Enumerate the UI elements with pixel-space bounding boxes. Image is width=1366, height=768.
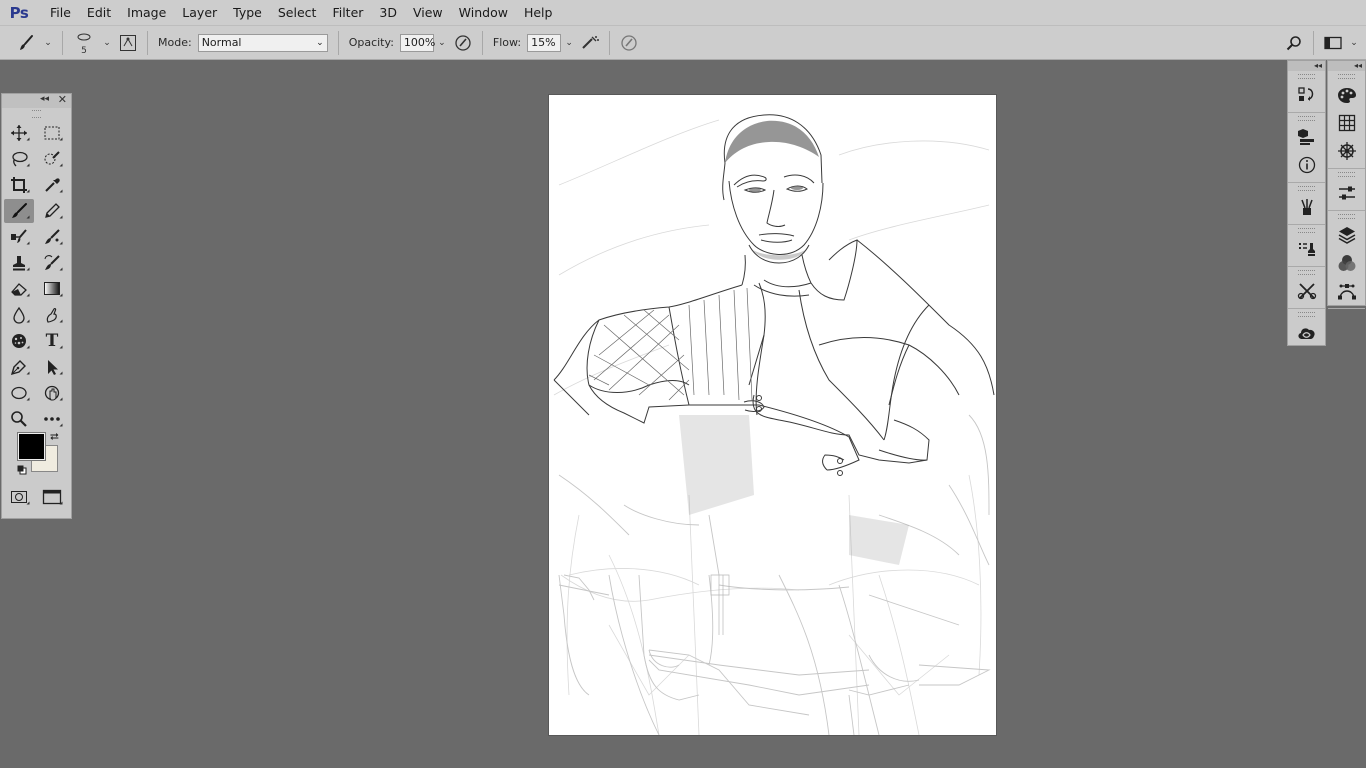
opacity-input[interactable]: 100% (399, 33, 435, 52)
menu-type[interactable]: Type (225, 0, 270, 25)
menu-view[interactable]: View (405, 0, 451, 25)
gradient-tool-icon[interactable] (37, 277, 67, 301)
eraser-tool-icon[interactable] (4, 277, 34, 301)
tools-panel: ◂◂ ✕ T ⮂ (1, 93, 72, 519)
more-tools-icon[interactable] (37, 407, 67, 431)
workspace-dropdown-icon[interactable]: ⌄ (1346, 34, 1362, 52)
airbrush-icon[interactable] (577, 30, 603, 56)
sketch-artwork (553, 114, 995, 735)
chevron-down-icon: ⌄ (316, 37, 324, 48)
menu-layer[interactable]: Layer (174, 0, 225, 25)
channels-panel-icon[interactable] (1328, 249, 1365, 277)
collapse-dock-icon[interactable]: ◂◂ (1328, 61, 1365, 71)
menu-bar: Ps File Edit Image Layer Type Select Fil… (0, 0, 1366, 25)
app-logo: Ps (9, 3, 29, 22)
pressure-size-icon[interactable] (616, 30, 642, 56)
panel-dock-1: ◂◂ (1287, 60, 1326, 346)
brush-size-value: 5 (81, 45, 87, 56)
mixer-brush-tool-icon[interactable] (37, 225, 67, 249)
swap-colors-icon[interactable]: ⮂ (50, 430, 59, 444)
flow-dropdown-icon[interactable]: ⌄ (561, 34, 577, 52)
info-panel-icon[interactable] (1288, 151, 1325, 179)
rotate-view-tool-icon[interactable] (37, 381, 67, 405)
menu-edit[interactable]: Edit (79, 0, 119, 25)
zoom-tool-icon[interactable] (4, 407, 34, 431)
creative-cloud-libraries-icon[interactable] (1288, 319, 1325, 347)
stamp-tool-icon[interactable] (4, 251, 34, 275)
menu-select[interactable]: Select (270, 0, 325, 25)
type-tool-icon[interactable]: T (37, 329, 67, 353)
document-canvas[interactable] (549, 95, 996, 735)
collapse-panel-icon[interactable]: ◂◂ (40, 94, 49, 104)
history-brush-tool-icon[interactable] (37, 251, 67, 275)
default-colors-icon[interactable] (17, 465, 27, 475)
brush-preset-dropdown-icon[interactable]: ⌄ (99, 34, 115, 52)
paths-panel-icon[interactable] (1328, 277, 1365, 305)
brush-tool-icon[interactable] (4, 199, 34, 223)
clone-source-tool-icon[interactable] (4, 225, 34, 249)
menu-filter[interactable]: Filter (324, 0, 371, 25)
tool-preset-brush-icon[interactable] (14, 30, 40, 56)
options-bar: ⌄ 5 ⌄ Mode: Normal ⌄ Opacity: 100% ⌄ Flo… (0, 25, 1366, 60)
pressure-opacity-icon[interactable] (450, 30, 476, 56)
close-icon[interactable]: ✕ (58, 93, 67, 106)
navigator-panel-icon[interactable] (1328, 137, 1365, 165)
sponge-tool-icon[interactable] (4, 329, 34, 353)
brush-preset-picker[interactable]: 5 (69, 30, 99, 56)
marquee-tool-icon[interactable] (37, 121, 67, 145)
opacity-dropdown-icon[interactable]: ⌄ (434, 34, 450, 52)
ellipse-tool-icon[interactable] (4, 381, 34, 405)
lasso-tool-icon[interactable] (4, 147, 34, 171)
menu-3d[interactable]: 3D (371, 0, 405, 25)
adjustments-panel-icon[interactable] (1328, 179, 1365, 207)
mode-select[interactable]: Normal ⌄ (197, 33, 328, 52)
path-selection-tool-icon[interactable] (37, 355, 67, 379)
brush-presets-panel-icon[interactable] (1288, 193, 1325, 221)
collapse-dock-icon[interactable]: ◂◂ (1288, 61, 1325, 71)
panel-dock-2: ◂◂ (1327, 60, 1366, 309)
layers-panel-icon[interactable] (1328, 221, 1365, 249)
pen-tool-icon[interactable] (4, 355, 34, 379)
menu-image[interactable]: Image (119, 0, 174, 25)
flow-label: Flow: (492, 36, 522, 49)
workspace-switcher-icon[interactable] (1320, 30, 1346, 56)
tool-preset-dropdown-icon[interactable]: ⌄ (40, 34, 56, 52)
menu-file[interactable]: File (42, 0, 79, 25)
crop-tool-icon[interactable] (4, 173, 34, 197)
properties-3d-panel-icon[interactable] (1288, 123, 1325, 151)
menu-window[interactable]: Window (451, 0, 516, 25)
screen-mode-icon[interactable] (37, 485, 67, 509)
history-panel-icon[interactable] (1288, 81, 1325, 109)
flow-input[interactable]: 15% (527, 33, 562, 52)
foreground-color-swatch[interactable] (17, 432, 46, 461)
move-tool-icon[interactable] (4, 121, 34, 145)
pencil-tool-icon[interactable] (37, 199, 67, 223)
smudge-tool-icon[interactable] (37, 303, 67, 327)
panel-grip[interactable] (32, 110, 41, 118)
color-panel-icon[interactable] (1328, 81, 1365, 109)
quick-selection-tool-icon[interactable] (37, 147, 67, 171)
tools-panel-header[interactable]: ◂◂ ✕ (2, 93, 71, 108)
clone-source-panel-icon[interactable] (1288, 235, 1325, 263)
tool-presets-panel-icon[interactable] (1288, 277, 1325, 305)
opacity-label: Opacity: (348, 36, 394, 49)
blur-tool-icon[interactable] (4, 303, 34, 327)
brush-panel-toggle-icon[interactable] (115, 30, 141, 56)
menu-help[interactable]: Help (516, 0, 561, 25)
color-swatches: ⮂ (2, 430, 71, 485)
eyedropper-tool-icon[interactable] (37, 173, 67, 197)
mode-label: Mode: (158, 36, 192, 49)
swatches-panel-icon[interactable] (1328, 109, 1365, 137)
search-icon[interactable] (1281, 30, 1307, 56)
quick-mask-icon[interactable] (4, 485, 34, 509)
